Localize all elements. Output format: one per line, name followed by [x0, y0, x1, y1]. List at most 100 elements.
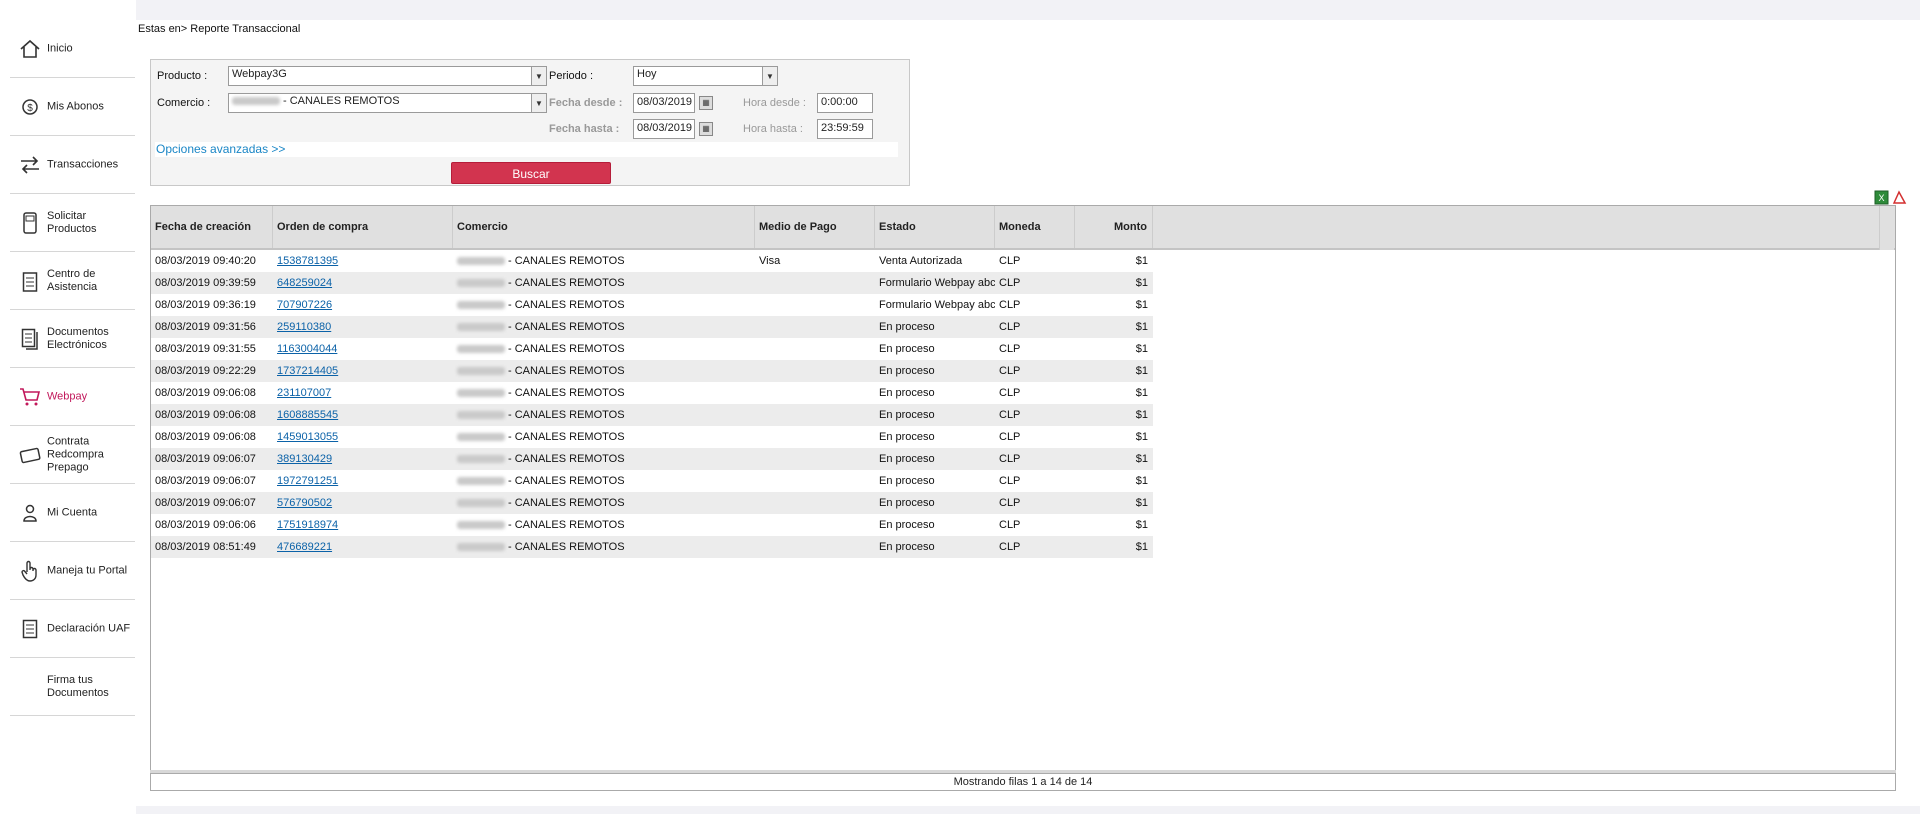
table-row[interactable]: 08/03/2019 09:06:07 1972791251 - CANALES R…	[151, 470, 1153, 492]
cell-monto: $1	[1135, 343, 1148, 355]
cell-orden-compra[interactable]: 576790502	[273, 492, 453, 514]
sidebar-item-firma-tus-documentos[interactable]: Firma tus Documentos	[10, 659, 135, 716]
table-row[interactable]: 08/03/2019 09:39:59 648259024 - CANALES RE…	[151, 272, 1153, 294]
comercio-text: - CANALES REMOTOS	[508, 475, 625, 487]
cell-estado: En proceso	[879, 519, 935, 531]
comercio-select[interactable]: - CANALES REMOTOS ▼	[228, 93, 547, 113]
cell-orden-compra[interactable]: 1459013055	[273, 426, 453, 448]
sidebar-item-label: Declaración UAF	[47, 622, 131, 635]
table-row[interactable]: 08/03/2019 09:40:20 1538781395 - CANALES R…	[151, 250, 1153, 272]
column-header-estado[interactable]: Estado	[875, 206, 995, 248]
cell-orden-compra[interactable]: 707907226	[273, 294, 453, 316]
cell-medio-pago	[755, 448, 875, 470]
table-row[interactable]: 08/03/2019 08:51:49 476689221 - CANALES RE…	[151, 536, 1153, 558]
cell-orden-compra[interactable]: 389130429	[273, 448, 453, 470]
redacted-merchant-code	[457, 543, 505, 552]
calendar-icon[interactable]: ▦	[699, 122, 713, 136]
svg-text:X: X	[1878, 193, 1884, 203]
cell-medio-pago	[755, 316, 875, 338]
column-header-comercio[interactable]: Comercio	[453, 206, 755, 248]
fecha-hasta-input[interactable]: 08/03/2019	[633, 119, 695, 139]
sidebar-item-maneja-tu-portal[interactable]: Maneja tu Portal	[10, 543, 135, 600]
sidebar-item-solicitar-productos[interactable]: Solicitar Productos	[10, 195, 135, 252]
column-header-fecha-creacion[interactable]: Fecha de creación	[151, 206, 273, 248]
table-row[interactable]: 08/03/2019 09:06:08 1608885545 - CANALES R…	[151, 404, 1153, 426]
table-row[interactable]: 08/03/2019 09:06:08 231107007 - CANALES RE…	[151, 382, 1153, 404]
hora-hasta-input[interactable]: 23:59:59	[817, 119, 873, 139]
cell-orden-compra[interactable]: 231107007	[273, 382, 453, 404]
periodo-select[interactable]: Hoy ▼	[633, 66, 778, 86]
cell-medio-pago	[755, 360, 875, 382]
cell-orden-compra[interactable]: 1737214405	[273, 360, 453, 382]
sidebar-item-centro-de-asistencia[interactable]: Centro de Asistencia	[10, 253, 135, 310]
table-row[interactable]: 08/03/2019 09:06:08 1459013055 - CANALES R…	[151, 426, 1153, 448]
cell-comercio: - CANALES REMOTOS	[453, 514, 755, 536]
cell-medio-pago	[755, 382, 875, 404]
sidebar-item-label: Firma tus Documentos	[47, 674, 109, 699]
cell-orden-compra[interactable]: 476689221	[273, 536, 453, 558]
cell-orden-compra[interactable]: 1972791251	[273, 470, 453, 492]
pdf-export-icon[interactable]	[1892, 190, 1907, 205]
chevron-down-icon[interactable]: ▼	[531, 93, 547, 113]
redacted-merchant-code	[457, 367, 505, 376]
fecha-desde-input[interactable]: 08/03/2019	[633, 93, 695, 113]
cell-comercio: - CANALES REMOTOS	[453, 338, 755, 360]
producto-label: Producto :	[157, 70, 208, 82]
scrollbar[interactable]	[1879, 206, 1894, 250]
cell-orden-compra[interactable]: 1538781395	[273, 250, 453, 272]
cell-orden-compra[interactable]: 259110380	[273, 316, 453, 338]
search-button[interactable]: Buscar	[451, 162, 611, 184]
cell-orden-compra[interactable]: 1608885545	[273, 404, 453, 426]
table-row[interactable]: 08/03/2019 09:06:06 1751918974 - CANALES R…	[151, 514, 1153, 536]
redacted-merchant-code	[457, 455, 505, 464]
excel-export-icon[interactable]: X	[1874, 190, 1889, 205]
column-header-monto[interactable]: Monto	[1075, 206, 1153, 248]
cell-monto: $1	[1135, 365, 1148, 377]
cell-orden-compra[interactable]: 1163004044	[273, 338, 453, 360]
comercio-text: - CANALES REMOTOS	[508, 343, 625, 355]
sidebar-item-inicio[interactable]: Inicio	[10, 21, 135, 78]
sidebar-item-declaraci-n-uaf[interactable]: Declaración UAF	[10, 601, 135, 658]
chevron-down-icon[interactable]: ▼	[531, 66, 547, 86]
cell-estado: En proceso	[879, 475, 935, 487]
table-row[interactable]: 08/03/2019 09:22:29 1737214405 - CANALES R…	[151, 360, 1153, 382]
cell-monto: $1	[1135, 387, 1148, 399]
table-row[interactable]: 08/03/2019 09:31:55 1163004044 - CANALES R…	[151, 338, 1153, 360]
cell-estado: En proceso	[879, 387, 935, 399]
table-footer: Mostrando filas 1 a 14 de 14	[150, 773, 1896, 791]
cell-moneda: CLP	[999, 541, 1021, 553]
producto-select[interactable]: Webpay3G ▼	[228, 66, 547, 86]
sidebar-item-label: Mis Abonos	[47, 100, 104, 113]
sidebar-item-mis-abonos[interactable]: $ Mis Abonos	[10, 79, 135, 136]
chevron-down-icon[interactable]: ▼	[762, 66, 778, 86]
table-row[interactable]: 08/03/2019 09:06:07 576790502 - CANALES RE…	[151, 492, 1153, 514]
cell-orden-compra[interactable]: 1751918974	[273, 514, 453, 536]
sidebar-item-transacciones[interactable]: Transacciones	[10, 137, 135, 194]
table-row[interactable]: 08/03/2019 09:31:56 259110380 - CANALES RE…	[151, 316, 1153, 338]
calendar-icon[interactable]: ▦	[699, 96, 713, 110]
cell-fecha-creacion: 08/03/2019 09:36:19	[155, 299, 256, 311]
column-header-medio-pago[interactable]: Medio de Pago	[755, 206, 875, 248]
advanced-options-link[interactable]: Opciones avanzadas >>	[155, 142, 898, 157]
redacted-merchant-code	[457, 521, 505, 530]
hora-desde-input[interactable]: 0:00:00	[817, 93, 873, 113]
pos-terminal-icon	[18, 211, 42, 235]
home-icon	[18, 37, 42, 61]
table-row[interactable]: 08/03/2019 09:36:19 707907226 - CANALES RE…	[151, 294, 1153, 316]
clipboard-icon	[18, 269, 42, 293]
cell-medio-pago: Visa	[759, 255, 781, 267]
cell-orden-compra[interactable]: 648259024	[273, 272, 453, 294]
sidebar-item-documentos-electr-nicos[interactable]: Documentos Electrónicos	[10, 311, 135, 368]
cell-moneda: CLP	[999, 277, 1021, 289]
transactions-table: Fecha de creación Orden de compra Comercio…	[150, 205, 1896, 773]
column-header-moneda[interactable]: Moneda	[995, 206, 1075, 248]
cell-fecha-creacion: 08/03/2019 09:06:07	[155, 475, 256, 487]
sidebar-item-contrata-redcompra-prepago[interactable]: Contrata Redcompra Prepago	[10, 427, 135, 484]
cell-monto: $1	[1135, 541, 1148, 553]
column-header-orden-compra[interactable]: Orden de compra	[273, 206, 453, 248]
cell-fecha-creacion: 08/03/2019 09:06:06	[155, 519, 256, 531]
comercio-text: - CANALES REMOTOS	[508, 365, 625, 377]
sidebar-item-webpay[interactable]: Webpay	[10, 369, 135, 426]
table-row[interactable]: 08/03/2019 09:06:07 389130429 - CANALES RE…	[151, 448, 1153, 470]
sidebar-item-mi-cuenta[interactable]: Mi Cuenta	[10, 485, 135, 542]
